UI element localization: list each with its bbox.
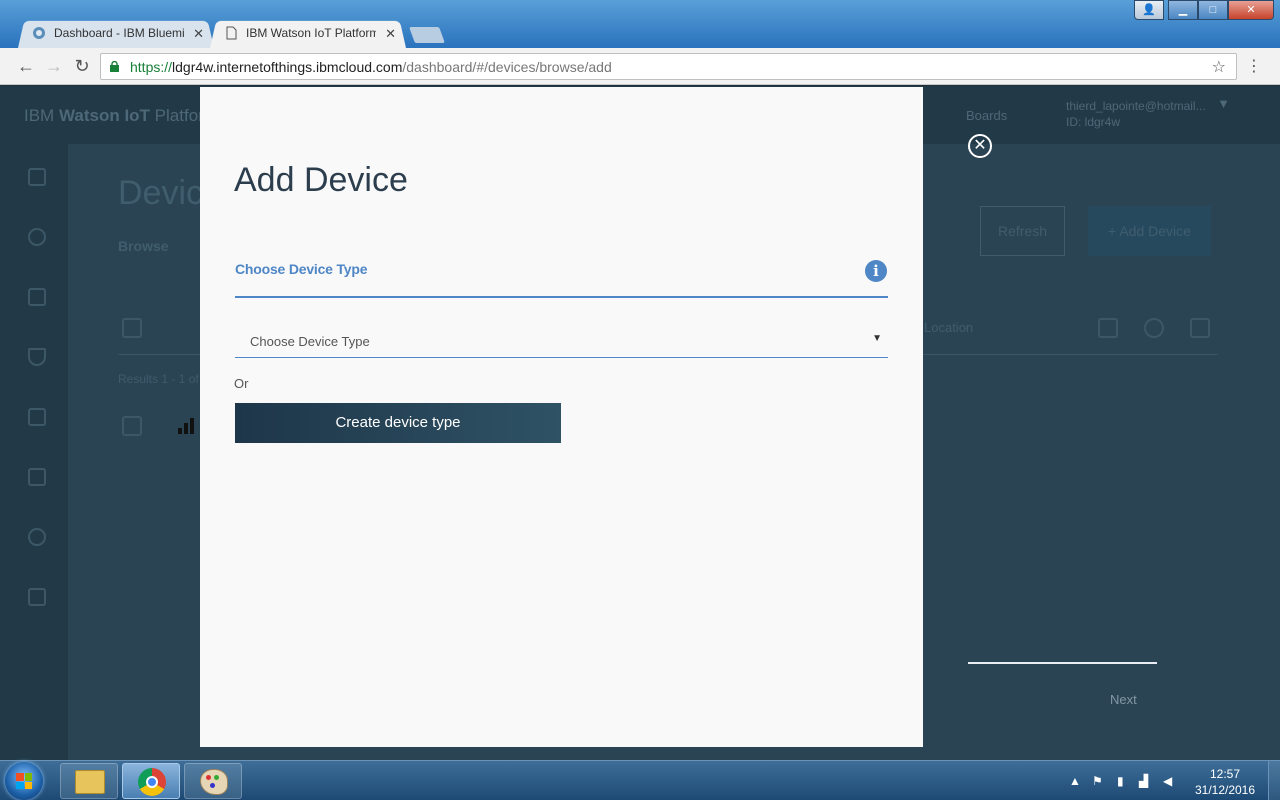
- browser-titlebar: Dashboard - IBM Bluemix ✕ IBM Watson IoT…: [0, 0, 1280, 48]
- sidebar-usage-icon[interactable]: [28, 468, 46, 486]
- modal-title: Add Device: [234, 161, 408, 199]
- add-device-modal: Add Device Choose Device Type i Choose D…: [200, 87, 923, 747]
- chevron-down-icon: ▼: [872, 333, 882, 344]
- user-caret-icon[interactable]: ▼: [1217, 96, 1230, 111]
- select-placeholder: Choose Device Type: [250, 334, 370, 349]
- user-profile-icon[interactable]: 👤: [1134, 0, 1164, 20]
- tab-label: IBM Watson IoT Platform: [246, 26, 376, 40]
- bookmark-star-icon[interactable]: ☆: [1212, 57, 1226, 77]
- sidebar-devices-icon[interactable]: [28, 228, 46, 246]
- show-hidden-icons[interactable]: ▲: [1069, 774, 1081, 788]
- edit-columns-icon[interactable]: [1098, 318, 1118, 338]
- taskbar-explorer[interactable]: [60, 763, 118, 799]
- new-tab-button[interactable]: [409, 27, 445, 43]
- clock-time: 12:57: [1209, 767, 1241, 781]
- forward-arrow-icon[interactable]: →: [42, 54, 66, 78]
- system-clock[interactable]: 12:57 31/12/2016: [1190, 766, 1260, 798]
- select-all-checkbox-icon[interactable]: [122, 318, 142, 338]
- browser-menu-icon[interactable]: ⋮: [1246, 56, 1262, 76]
- sidebar-rules-icon[interactable]: [28, 408, 46, 426]
- browser-toolbar: ← → ↻ https://ldgr4w.internetofthings.ib…: [0, 48, 1280, 85]
- taskbar-chrome[interactable]: [122, 763, 180, 799]
- progress-rule: [968, 662, 1157, 664]
- info-icon[interactable]: i: [865, 260, 887, 282]
- delete-icon[interactable]: [1190, 318, 1210, 338]
- sidebar-settings-icon[interactable]: [28, 528, 46, 546]
- window-controls: 👤 ▁ □ ✕: [1134, 0, 1274, 20]
- section-label: Choose Device Type: [235, 261, 368, 277]
- close-modal-icon[interactable]: ✕: [968, 134, 992, 158]
- maximize-button[interactable]: □: [1198, 0, 1228, 20]
- next-button[interactable]: Next: [1110, 692, 1137, 707]
- refresh-button[interactable]: Refresh: [980, 206, 1065, 256]
- add-device-button[interactable]: + Add Device: [1088, 206, 1211, 256]
- network-icon[interactable]: ▟: [1139, 774, 1148, 788]
- taskbar-paint[interactable]: [184, 763, 242, 799]
- sidebar-apps-icon[interactable]: [28, 348, 46, 366]
- sidebar-members-icon[interactable]: [28, 288, 46, 306]
- address-bar[interactable]: https://ldgr4w.internetofthings.ibmcloud…: [100, 53, 1237, 80]
- chrome-icon: [138, 768, 166, 796]
- tab-watson-iot[interactable]: IBM Watson IoT Platform ✕: [210, 19, 406, 48]
- tab-browse[interactable]: Browse: [118, 238, 169, 254]
- action-center-icon[interactable]: ⚑: [1092, 774, 1103, 788]
- clock-date: 31/12/2016: [1194, 783, 1256, 797]
- device-type-select[interactable]: Choose Device Type ▼: [235, 325, 888, 358]
- show-desktop-button[interactable]: [1268, 761, 1280, 800]
- sidebar-extensions-icon[interactable]: [28, 588, 46, 606]
- close-window-button[interactable]: ✕: [1228, 0, 1274, 20]
- minimize-button[interactable]: ▁: [1168, 0, 1198, 20]
- paint-icon: [200, 769, 228, 795]
- or-label: Or: [234, 376, 249, 391]
- user-menu[interactable]: thierd_lapointe@hotmail... ID: ldgr4w: [1066, 98, 1206, 130]
- reload-icon[interactable]: ↻: [70, 54, 94, 78]
- results-count: Results 1 - 1 of 1: [118, 372, 209, 386]
- sidebar-boards-icon[interactable]: [28, 168, 46, 186]
- signal-strength-icon: [178, 418, 194, 434]
- section-divider: [235, 296, 888, 298]
- tab-dashboard[interactable]: Dashboard - IBM Bluemix ✕: [18, 19, 214, 48]
- user-org: ID: ldgr4w: [1066, 115, 1121, 129]
- search-icon[interactable]: [1144, 318, 1164, 338]
- back-arrow-icon[interactable]: ←: [14, 54, 38, 78]
- page-favicon-icon: [226, 26, 237, 40]
- start-button[interactable]: [5, 762, 43, 800]
- lock-icon: [110, 61, 119, 72]
- volume-icon[interactable]: ◀: [1163, 774, 1172, 788]
- windows-logo-icon: [16, 773, 32, 789]
- windows-taskbar: ▲ ⚑ ▮ ▟ ◀ 12:57 31/12/2016: [0, 760, 1280, 800]
- tab-label: Dashboard - IBM Bluemix: [54, 26, 184, 40]
- nav-boards[interactable]: Boards: [966, 108, 1007, 123]
- url-text: https://ldgr4w.internetofthings.ibmcloud…: [130, 59, 612, 75]
- user-email: thierd_lapointe@hotmail...: [1066, 99, 1206, 113]
- create-device-type-button[interactable]: Create device type: [235, 403, 561, 443]
- row-checkbox-icon[interactable]: [122, 416, 142, 436]
- battery-icon[interactable]: ▮: [1117, 774, 1124, 788]
- column-location[interactable]: Location: [924, 320, 973, 335]
- app-sidebar: [0, 144, 68, 760]
- folder-icon: [75, 770, 105, 794]
- tab-close-icon[interactable]: ✕: [193, 19, 204, 48]
- bluemix-favicon-icon: [33, 27, 45, 39]
- app-brand: IBM Watson IoT Platform: [24, 106, 218, 125]
- tab-close-icon[interactable]: ✕: [385, 19, 396, 48]
